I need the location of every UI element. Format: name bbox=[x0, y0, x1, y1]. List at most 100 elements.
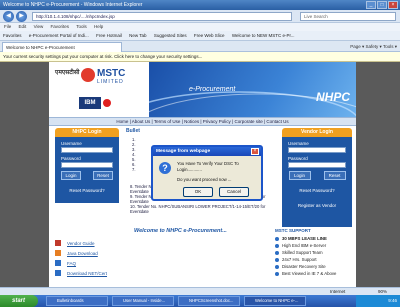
faq-link[interactable]: FAQ bbox=[55, 258, 125, 268]
nhpc-login-button[interactable]: Login bbox=[61, 171, 81, 180]
mstc-support-panel: MSTC SUPPORT 30 MBPS LEASE LINE High End… bbox=[275, 228, 355, 277]
dialog-line-1: You Have To Verify Your DSC To Login....… bbox=[177, 161, 239, 172]
taskbar-item[interactable]: User Manual - Inside... bbox=[112, 296, 174, 306]
favorite-link[interactable]: Suggested Sites bbox=[154, 33, 187, 38]
cancel-button[interactable]: Cancel bbox=[219, 187, 249, 197]
download-cert-label[interactable]: Download NET/Cert bbox=[67, 271, 107, 276]
command-bar[interactable]: Page ▾ Safety ▾ Tools ▾ bbox=[350, 42, 397, 51]
taskbar-item[interactable]: Bulletinboards bbox=[46, 296, 108, 306]
favorite-link[interactable]: e-Procurement Portal of Indi... bbox=[29, 33, 89, 38]
taskbar-item-active[interactable]: Welcome to NHPC e-... bbox=[244, 296, 306, 306]
dialog-message: You Have To Verify Your DSC To Login....… bbox=[177, 161, 261, 183]
vendor-guide-link[interactable]: Vendor Guide bbox=[55, 238, 125, 248]
bullet-icon bbox=[275, 264, 279, 269]
password-label: Password bbox=[288, 156, 308, 161]
java-download-link[interactable]: Java Download bbox=[55, 248, 125, 258]
menu-help[interactable]: Help bbox=[94, 24, 103, 29]
dialog-close-button[interactable]: × bbox=[251, 148, 259, 155]
tender-item[interactable]: 10. Tender No. NHPC/SUBANSIRI LOWER PROJ… bbox=[122, 204, 272, 214]
support-item: Skilled Support Team bbox=[275, 249, 355, 256]
welcome-heading: Welcome to NHPC e-Procurement... bbox=[134, 228, 227, 234]
support-item: 24x7 Hrs. Support bbox=[275, 256, 355, 263]
download-cert-link[interactable]: Download NET/Cert bbox=[55, 268, 125, 278]
bullet-icon bbox=[275, 243, 279, 248]
minimize-button[interactable]: _ bbox=[366, 1, 376, 9]
menu-edit[interactable]: Edit bbox=[19, 24, 27, 29]
bullet-icon bbox=[275, 257, 279, 262]
address-bar[interactable]: http://10.1.4.108/nhpc/..../nhpcIndex.js… bbox=[32, 12, 292, 21]
window-title: Welcome to NHPC e-Procurement - Windows … bbox=[3, 2, 143, 8]
vendor-reset-button[interactable]: Reset bbox=[323, 171, 346, 180]
nhpc-password-input[interactable] bbox=[61, 162, 113, 168]
favorite-link[interactable]: New Tab bbox=[129, 33, 146, 38]
nhpc-login-form: Username Password Login Reset Reset Pass… bbox=[55, 137, 119, 203]
faq-icon bbox=[55, 260, 61, 266]
mstc-sub: LIMITED bbox=[97, 79, 124, 85]
favorite-link[interactable]: Free Web Slice bbox=[194, 33, 225, 38]
pdf-icon bbox=[55, 240, 61, 246]
nhpc-reset-password-link[interactable]: Reset Password? bbox=[55, 188, 119, 193]
back-button[interactable]: ◀ bbox=[3, 11, 14, 22]
nhpc-reset-button[interactable]: Reset bbox=[93, 171, 113, 180]
maximize-button[interactable]: □ bbox=[377, 1, 387, 9]
close-window-button[interactable]: × bbox=[388, 1, 398, 9]
favorites-button[interactable]: Favorites bbox=[3, 33, 22, 38]
search-box[interactable]: Live Search bbox=[300, 12, 396, 21]
system-tray: 9:46 bbox=[356, 295, 400, 307]
menu-bar: File Edit View Favorites Tools Help bbox=[0, 23, 400, 31]
vendor-reset-password-link[interactable]: Reset Password? bbox=[282, 188, 352, 193]
nav-notices[interactable]: Notices bbox=[184, 119, 199, 124]
ibm-logo: IBM bbox=[79, 97, 101, 109]
vendor-guide-label[interactable]: Vendor Guide bbox=[67, 241, 95, 246]
nhpc-logo: NHPC bbox=[315, 90, 350, 104]
tab-bar: Welcome to NHPC e-Procurement Page ▾ Saf… bbox=[0, 41, 400, 52]
vendor-login-form: Username Password Login Reset Reset Pass… bbox=[282, 137, 352, 227]
ok-button[interactable]: OK bbox=[183, 187, 213, 197]
support-head: MSTC SUPPORT bbox=[275, 228, 311, 233]
dialog-line-2: Do you want proceed now ... bbox=[177, 177, 232, 182]
bullet-icon bbox=[275, 250, 279, 255]
mstc-logo-icon bbox=[81, 68, 95, 82]
partner-logo-icon bbox=[103, 99, 111, 107]
vendor-login-button[interactable]: Login bbox=[288, 171, 311, 180]
hindi-logo-text: एमएसटीसी bbox=[55, 70, 80, 76]
vendor-username-input[interactable] bbox=[288, 147, 346, 153]
nav-terms[interactable]: Terms of Use bbox=[154, 119, 181, 124]
favorite-link[interactable]: Welcome to NEW MSTC e-Pr... bbox=[232, 33, 295, 38]
register-vendor-link[interactable]: Register as Vendor bbox=[282, 203, 352, 208]
nav-privacy[interactable]: Privacy Policy bbox=[203, 119, 231, 124]
nhpc-username-input[interactable] bbox=[61, 147, 113, 153]
vendor-login-head: Vendor Login bbox=[282, 128, 352, 137]
bullet-icon bbox=[275, 236, 279, 241]
start-button[interactable]: start bbox=[0, 295, 38, 307]
nav-about[interactable]: About Us bbox=[132, 119, 151, 124]
address-toolbar: ◀ ▶ http://10.1.4.108/nhpc/..../nhpcInde… bbox=[0, 10, 400, 23]
menu-tools[interactable]: Tools bbox=[76, 24, 87, 29]
java-download-label[interactable]: Java Download bbox=[67, 251, 98, 256]
download-icon bbox=[55, 270, 61, 276]
tab-nhpc[interactable]: Welcome to NHPC e-Procurement bbox=[2, 42, 122, 52]
vendor-password-input[interactable] bbox=[288, 162, 346, 168]
taskbar-item[interactable]: NHPCScreenshot.doc... bbox=[178, 296, 240, 306]
username-label: Username bbox=[288, 141, 309, 146]
faq-label[interactable]: FAQ bbox=[67, 261, 76, 266]
menu-view[interactable]: View bbox=[34, 24, 44, 29]
nhpc-login-head: NHPC Login bbox=[55, 128, 119, 137]
window-controls: _ □ × bbox=[366, 1, 398, 9]
favorites-bar: Favorites e-Procurement Portal of Indi..… bbox=[0, 31, 400, 41]
security-info-bar[interactable]: Your current security settings put your … bbox=[0, 52, 400, 62]
nav-home[interactable]: Home bbox=[116, 119, 128, 124]
mstc-name: MSTC bbox=[97, 68, 126, 79]
banner-title: e-Procurement bbox=[189, 86, 236, 93]
nav-contact[interactable]: Contact Us bbox=[266, 119, 288, 124]
menu-file[interactable]: File bbox=[4, 24, 11, 29]
nhpc-login-panel: NHPC Login Username Password Login Reset… bbox=[55, 128, 119, 203]
menu-favorites[interactable]: Favorites bbox=[51, 24, 70, 29]
forward-button[interactable]: ▶ bbox=[16, 11, 27, 22]
support-item: 30 MBPS LEASE LINE bbox=[275, 235, 355, 242]
nav-corporate[interactable]: Corporate site bbox=[234, 119, 262, 124]
dialog-title: Message from webpage bbox=[153, 147, 261, 156]
taskbar: start Bulletinboards User Manual - Insid… bbox=[0, 295, 400, 307]
support-item: Best Viewed in IE 7 & Above bbox=[275, 270, 355, 277]
favorite-link[interactable]: Free Hotmail bbox=[96, 33, 122, 38]
